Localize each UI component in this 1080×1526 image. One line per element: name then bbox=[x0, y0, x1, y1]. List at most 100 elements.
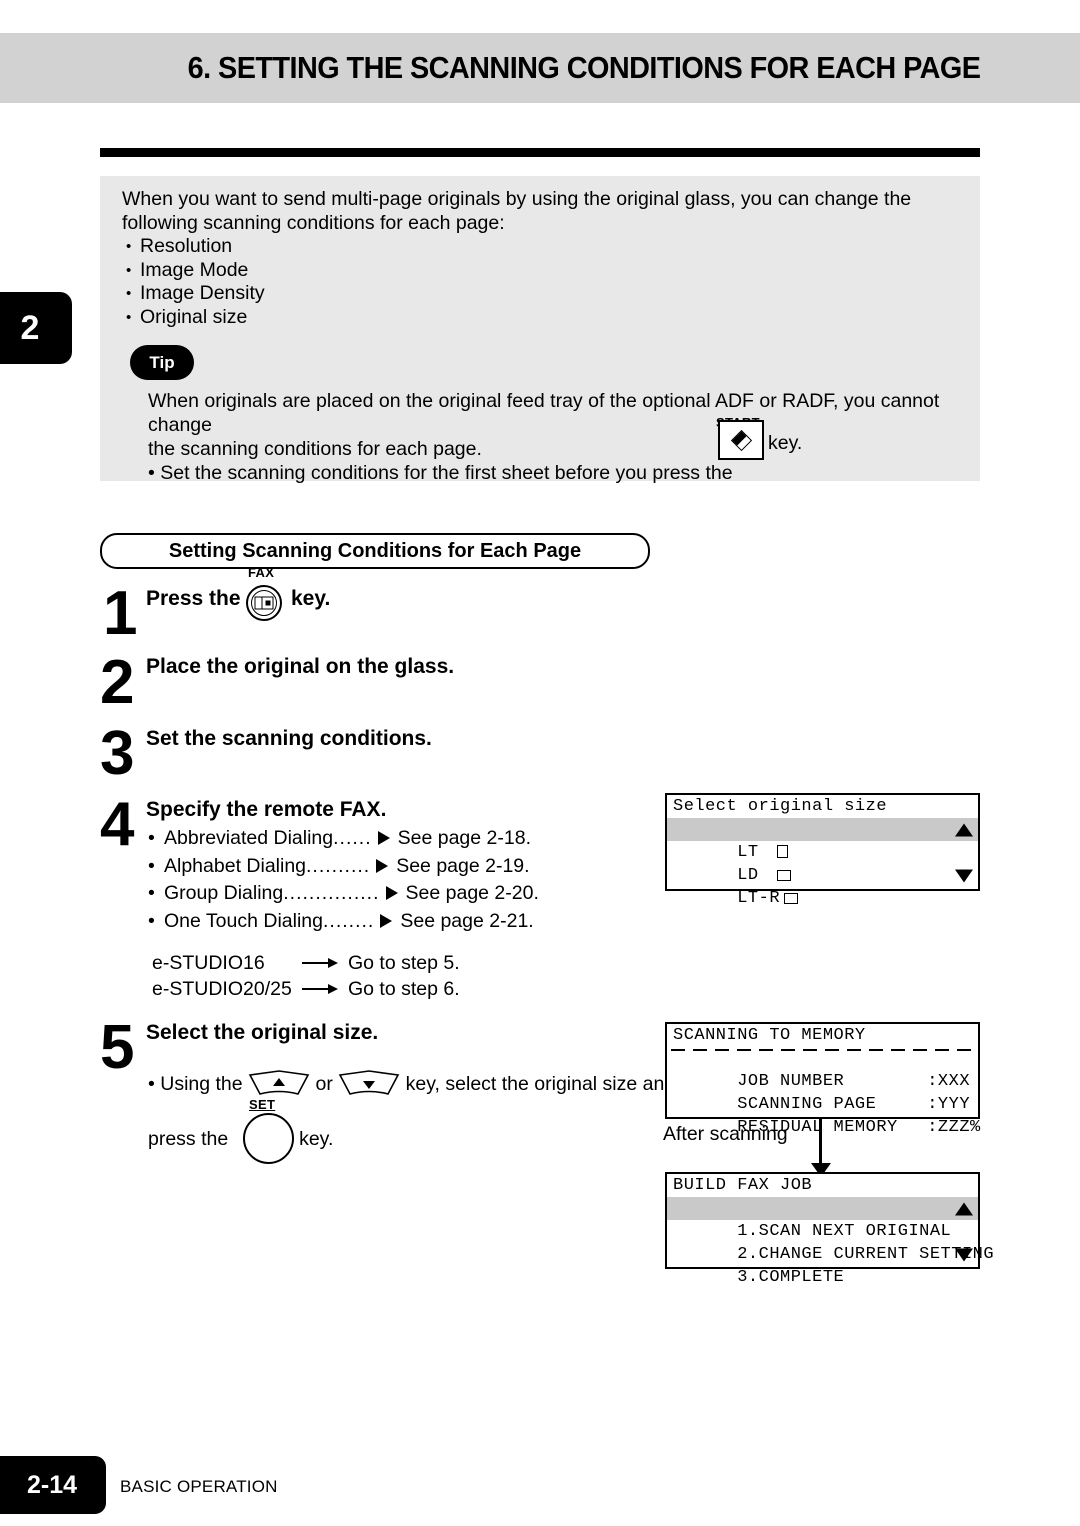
step-4-title: Specify the remote FAX. bbox=[146, 798, 387, 821]
arrow-right-icon bbox=[377, 831, 390, 845]
model-name: e-STUDIO16 bbox=[152, 952, 265, 974]
lcd-row-lt-r[interactable]: LT-R bbox=[667, 864, 978, 908]
fax-key-label: FAX bbox=[248, 565, 275, 580]
dial-option-dots: ...... bbox=[333, 827, 372, 849]
section-heading-label: Setting Scanning Conditions for Each Pag… bbox=[168, 539, 582, 562]
step-5-line-1: • Using the or key, select the original … bbox=[148, 1070, 675, 1098]
scroll-down-icon[interactable] bbox=[955, 869, 973, 882]
tip-line-3: • Set the scanning conditions for the fi… bbox=[148, 462, 733, 484]
dial-option-name: Abbreviated Dialing bbox=[164, 827, 334, 849]
dial-option-name: Group Dialing bbox=[164, 882, 284, 904]
step-5-line-2: press the key. bbox=[148, 1128, 668, 1151]
start-diamond-glyph bbox=[730, 429, 752, 451]
set-key-icon bbox=[243, 1113, 294, 1164]
dial-option-abbreviated: • Abbreviated Dialing ...... See page 2-… bbox=[148, 825, 568, 853]
model-routes: e-STUDIO16 Go to step 5. e-STUDIO20/25 G… bbox=[152, 950, 460, 1002]
chapter-tab-number: 2 bbox=[20, 308, 40, 347]
lcd-title: SCANNING TO MEMORY bbox=[673, 1026, 866, 1045]
dial-option-name: One Touch Dialing bbox=[164, 909, 323, 932]
step-number-1: 1 bbox=[103, 579, 138, 648]
intro-bullet-image-density: Image Density bbox=[122, 282, 972, 306]
scroll-up-icon[interactable] bbox=[955, 823, 973, 836]
header-rule bbox=[100, 148, 980, 157]
tip-line-1: When originals are placed on the origina… bbox=[148, 390, 940, 436]
lcd-row-label: 3.COMPLETE bbox=[737, 1268, 845, 1287]
manual-page: 6. SETTING THE SCANNING CONDITIONS FOR E… bbox=[0, 0, 1080, 1526]
intro-paragraph: When you want to send multi-page origina… bbox=[122, 188, 912, 234]
dial-option-name: Alphabet Dialing bbox=[164, 854, 307, 877]
intro-bullet-resolution: Resolution bbox=[122, 235, 972, 259]
dial-option-ref: See page 2-19. bbox=[396, 854, 530, 877]
dial-bullet: • bbox=[148, 854, 155, 877]
lcd-row-ld[interactable]: LD bbox=[667, 841, 978, 885]
dial-option-ref: See page 2-21. bbox=[400, 909, 534, 932]
dial-option-dots: ............... bbox=[283, 882, 380, 904]
scroll-down-icon[interactable] bbox=[955, 1248, 973, 1261]
arrow-right-icon bbox=[385, 886, 398, 900]
tip-body: When originals are placed on the origina… bbox=[148, 389, 974, 485]
step-number-4: 4 bbox=[100, 790, 135, 859]
step-5-instruction: • Using the or key, select the original … bbox=[148, 1070, 675, 1151]
step-2-title: Place the original on the glass. bbox=[146, 655, 455, 678]
scroll-up-icon[interactable] bbox=[955, 1202, 973, 1215]
lcd-row-complete[interactable]: 3.COMPLETE bbox=[667, 1243, 978, 1287]
step-number-2: 2 bbox=[100, 648, 135, 717]
footer-page-number: 2-14 bbox=[26, 1470, 78, 1499]
dial-bullet: • bbox=[148, 827, 155, 849]
lcd-row-scan-next-original[interactable]: 1.SCAN NEXT ORIGINAL bbox=[667, 1197, 978, 1241]
dial-option-group: • Group Dialing ............... See page… bbox=[148, 880, 568, 908]
dial-options-list: • Abbreviated Dialing ...... See page 2-… bbox=[148, 825, 568, 935]
intro-bullet-list: Resolution Image Mode Image Density Orig… bbox=[122, 235, 972, 329]
flow-arrow-down-icon bbox=[810, 1119, 831, 1177]
lcd-row-residual-memory: RESIDUAL MEMORY:ZZZ% bbox=[667, 1093, 980, 1137]
dial-option-one-touch: • One Touch Dialing ........ See page 2-… bbox=[148, 908, 568, 936]
model-route-estudio16: e-STUDIO16 Go to step 5. bbox=[152, 950, 460, 976]
lcd-select-original-size: Select original size LT LD LT-R bbox=[665, 793, 980, 908]
section-heading-pill: Setting Scanning Conditions for Each Pag… bbox=[100, 533, 650, 569]
start-key-icon bbox=[718, 420, 764, 460]
lcd-row-job-number: JOB NUMBER:XXX bbox=[667, 1047, 978, 1091]
step-5-line-1-b: or bbox=[315, 1073, 333, 1095]
fax-key-icon bbox=[246, 585, 282, 621]
lcd-row-scanning-page: SCANNING PAGE:YYY bbox=[667, 1070, 978, 1114]
step-number-5: 5 bbox=[100, 1013, 135, 1082]
step-5-title: Select the original size. bbox=[146, 1021, 379, 1044]
intro-bullet-image-mode: Image Mode bbox=[122, 259, 972, 283]
lcd-title: BUILD FAX JOB bbox=[673, 1176, 813, 1195]
down-arrow-key-icon bbox=[338, 1070, 400, 1098]
lcd-title: Select original size bbox=[673, 797, 888, 816]
step-5-line-1-a: • Using the bbox=[148, 1073, 243, 1095]
tip-badge-label: Tip bbox=[149, 352, 175, 372]
footer-page-tab: 2-14 bbox=[0, 1456, 106, 1514]
lcd-build-fax-job: BUILD FAX JOB 1.SCAN NEXT ORIGINAL 2.CHA… bbox=[665, 1172, 994, 1287]
lcd-row-value: :ZZZ% bbox=[927, 1118, 981, 1137]
lcd-row-change-current-setting[interactable]: 2.CHANGE CURRENT SETTING bbox=[667, 1220, 993, 1264]
lcd-row-lt[interactable]: LT bbox=[667, 818, 978, 862]
arrow-right-long-icon bbox=[302, 957, 340, 969]
dial-option-dots: ........ bbox=[323, 909, 375, 932]
tip-line-3-suffix: key. bbox=[768, 432, 803, 454]
page-title: 6. SETTING THE SCANNING CONDITIONS FOR E… bbox=[187, 50, 980, 85]
up-arrow-key-icon bbox=[248, 1070, 310, 1098]
tip-line-2: the scanning conditions for each page. bbox=[148, 438, 482, 460]
tip-badge: Tip bbox=[130, 345, 194, 380]
arrow-right-icon bbox=[376, 858, 389, 873]
dial-option-alphabet: • Alphabet Dialing .......... See page 2… bbox=[148, 853, 568, 881]
dial-option-ref: See page 2-18. bbox=[397, 827, 531, 849]
arrow-right-icon bbox=[380, 913, 393, 928]
lcd-scanning-to-memory: SCANNING TO MEMORY JOB NUMBER:XXX SCANNI… bbox=[665, 1022, 980, 1137]
step-3-title: Set the scanning conditions. bbox=[146, 727, 432, 750]
set-key-label: SET bbox=[249, 1097, 276, 1112]
step-5-line-2-a: press the bbox=[148, 1128, 229, 1150]
flow-label: After scanning bbox=[663, 1123, 788, 1145]
model-route-target: Go to step 5. bbox=[348, 952, 460, 974]
model-name: e-STUDIO20/25 bbox=[152, 978, 292, 1000]
arrow-right-long-icon bbox=[302, 983, 340, 995]
intro-text: When you want to send multi-page origina… bbox=[122, 188, 972, 329]
fax-glyph bbox=[254, 596, 274, 610]
dial-option-dots: .......... bbox=[306, 854, 371, 877]
chapter-tab: 2 bbox=[0, 292, 72, 364]
dial-bullet: • bbox=[148, 909, 155, 932]
step-number-3: 3 bbox=[100, 719, 135, 788]
step-5-line-2-b: key. bbox=[299, 1128, 334, 1150]
